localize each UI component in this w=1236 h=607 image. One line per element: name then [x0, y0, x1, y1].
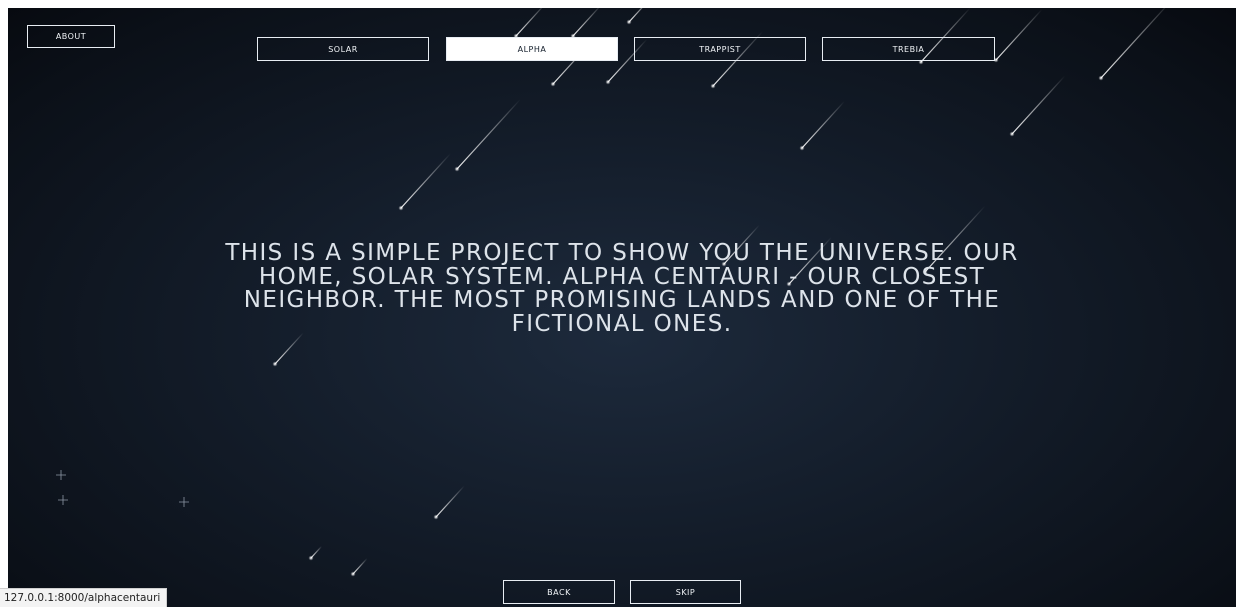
- star-glow: [1009, 131, 1015, 137]
- shooting-star: [456, 98, 522, 170]
- shooting-star: [995, 8, 1043, 61]
- star-glow: [626, 19, 632, 25]
- star-glow: [710, 83, 716, 89]
- shooting-star: [515, 8, 543, 37]
- shooting-star: [801, 100, 846, 149]
- star-glow: [605, 79, 611, 85]
- star-glow: [308, 555, 314, 561]
- star-glow: [433, 514, 439, 520]
- tab-alpha[interactable]: ALPHA: [446, 37, 618, 61]
- star-glow: [454, 166, 460, 172]
- twinkle-star: [179, 497, 189, 507]
- star-glow: [350, 571, 356, 577]
- shooting-star: [400, 152, 452, 209]
- twinkle-star: [58, 495, 68, 505]
- shooting-star: [628, 8, 643, 23]
- browser-status-url: 127.0.0.1:8000/alphacentauri: [0, 588, 168, 607]
- skip-button[interactable]: SKIP: [630, 580, 741, 604]
- star-glow: [398, 205, 404, 211]
- shooting-star: [1011, 75, 1066, 135]
- tab-trappist[interactable]: TRAPPIST: [634, 37, 806, 61]
- tab-trebia[interactable]: TREBIA: [822, 37, 995, 61]
- twinkle-star: [56, 470, 66, 480]
- about-button[interactable]: ABOUT: [27, 25, 115, 48]
- tab-solar[interactable]: SOLAR: [257, 37, 429, 61]
- space-scene: ABOUT SOLAR ALPHA TRAPPIST TREBIA This i…: [8, 8, 1236, 607]
- shooting-star: [274, 332, 304, 365]
- intro-text: This is a simple project to show you the…: [225, 240, 1019, 337]
- star-glow: [550, 81, 556, 87]
- star-glow: [799, 145, 805, 151]
- star-glow: [1098, 75, 1104, 81]
- shooting-star: [1100, 8, 1166, 79]
- shooting-star: [310, 545, 323, 559]
- shooting-star: [435, 485, 465, 518]
- star-glow: [272, 361, 278, 367]
- back-button[interactable]: BACK: [503, 580, 615, 604]
- shooting-star: [572, 8, 600, 37]
- shooting-star: [352, 557, 368, 575]
